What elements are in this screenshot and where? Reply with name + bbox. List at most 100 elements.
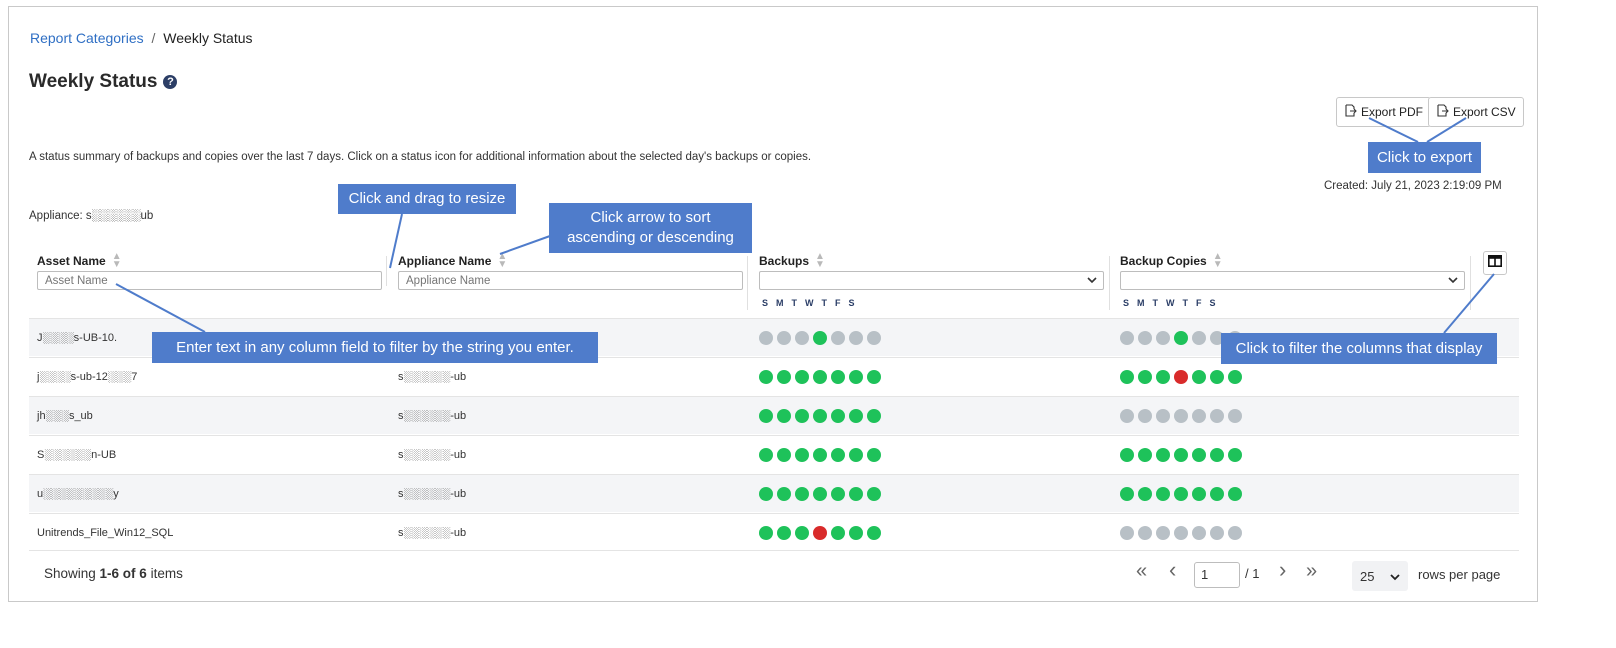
status-dot-gray[interactable]: [831, 331, 845, 345]
export-pdf-button[interactable]: Export PDF: [1336, 97, 1432, 127]
status-dot-gray[interactable]: [1210, 526, 1224, 540]
status-dot-green[interactable]: [1156, 448, 1170, 462]
status-dot-green[interactable]: [813, 370, 827, 384]
status-dot-green[interactable]: [1174, 448, 1188, 462]
status-dot-gray[interactable]: [1228, 526, 1242, 540]
status-dot-green[interactable]: [813, 331, 827, 345]
status-dot-green[interactable]: [1210, 487, 1224, 501]
status-dot-green[interactable]: [1228, 487, 1242, 501]
status-dot-green[interactable]: [1192, 487, 1206, 501]
status-dot-green[interactable]: [1120, 448, 1134, 462]
status-dot-green[interactable]: [1174, 487, 1188, 501]
status-dot-gray[interactable]: [1138, 526, 1152, 540]
status-dot-gray[interactable]: [1174, 526, 1188, 540]
status-dot-gray[interactable]: [1156, 526, 1170, 540]
status-dot-green[interactable]: [1192, 370, 1206, 384]
rows-per-page-select[interactable]: 25: [1352, 561, 1408, 591]
asset-name-filter-input[interactable]: [37, 271, 382, 290]
backup-copies-status-select[interactable]: [1120, 271, 1465, 290]
status-dot-green[interactable]: [795, 487, 809, 501]
status-dot-gray[interactable]: [1138, 409, 1152, 423]
status-dot-green[interactable]: [1210, 370, 1224, 384]
sort-arrows-icon[interactable]: ▲ ▼: [1213, 252, 1223, 270]
status-dot-green[interactable]: [795, 526, 809, 540]
backups-status-select[interactable]: [759, 271, 1104, 290]
status-dot-gray[interactable]: [1228, 409, 1242, 423]
status-dot-green[interactable]: [1138, 448, 1152, 462]
status-dot-green[interactable]: [849, 370, 863, 384]
last-page-button[interactable]: »: [1306, 560, 1317, 583]
status-dot-gray[interactable]: [1156, 331, 1170, 345]
status-dot-green[interactable]: [1138, 487, 1152, 501]
status-dot-green[interactable]: [795, 370, 809, 384]
status-dot-gray[interactable]: [1192, 331, 1206, 345]
status-dot-gray[interactable]: [777, 331, 791, 345]
status-dot-green[interactable]: [867, 526, 881, 540]
status-dot-green[interactable]: [795, 409, 809, 423]
status-dot-red[interactable]: [1174, 370, 1188, 384]
status-dot-gray[interactable]: [1210, 409, 1224, 423]
status-dot-red[interactable]: [813, 526, 827, 540]
status-dot-green[interactable]: [1210, 448, 1224, 462]
status-dot-green[interactable]: [777, 409, 791, 423]
sort-arrows-icon[interactable]: ▲ ▼: [497, 252, 507, 270]
next-page-button[interactable]: ›: [1279, 557, 1286, 583]
status-dot-gray[interactable]: [1120, 409, 1134, 423]
status-dot-gray[interactable]: [1156, 409, 1170, 423]
status-dot-green[interactable]: [1156, 370, 1170, 384]
status-dot-gray[interactable]: [1138, 331, 1152, 345]
status-dot-green[interactable]: [867, 448, 881, 462]
prev-page-button[interactable]: ‹: [1169, 557, 1176, 583]
status-dot-green[interactable]: [867, 487, 881, 501]
appliance-name-filter-input[interactable]: [398, 271, 743, 290]
status-dot-green[interactable]: [777, 448, 791, 462]
status-dot-green[interactable]: [759, 487, 773, 501]
status-dot-green[interactable]: [831, 370, 845, 384]
status-dot-green[interactable]: [759, 409, 773, 423]
status-dot-green[interactable]: [759, 526, 773, 540]
status-dot-gray[interactable]: [795, 331, 809, 345]
status-dot-green[interactable]: [831, 448, 845, 462]
column-resize-handle[interactable]: [747, 256, 748, 310]
status-dot-green[interactable]: [849, 409, 863, 423]
status-dot-green[interactable]: [813, 448, 827, 462]
status-dot-green[interactable]: [777, 487, 791, 501]
column-resize-handle[interactable]: [386, 256, 387, 286]
sort-arrows-icon[interactable]: ▲ ▼: [112, 252, 122, 270]
status-dot-gray[interactable]: [1192, 409, 1206, 423]
status-dot-green[interactable]: [813, 409, 827, 423]
status-dot-green[interactable]: [759, 370, 773, 384]
breadcrumb-link-report-categories[interactable]: Report Categories: [30, 30, 144, 46]
status-dot-green[interactable]: [1156, 487, 1170, 501]
status-dot-green[interactable]: [1138, 370, 1152, 384]
column-resize-handle[interactable]: [1109, 256, 1110, 310]
status-dot-green[interactable]: [1120, 370, 1134, 384]
status-dot-green[interactable]: [1228, 370, 1242, 384]
status-dot-green[interactable]: [849, 448, 863, 462]
status-dot-green[interactable]: [777, 370, 791, 384]
status-dot-green[interactable]: [867, 370, 881, 384]
status-dot-green[interactable]: [1192, 448, 1206, 462]
sort-arrows-icon[interactable]: ▲ ▼: [815, 252, 825, 270]
status-dot-gray[interactable]: [867, 331, 881, 345]
status-dot-green[interactable]: [849, 526, 863, 540]
status-dot-green[interactable]: [759, 448, 773, 462]
status-dot-green[interactable]: [1174, 331, 1188, 345]
status-dot-gray[interactable]: [1120, 526, 1134, 540]
status-dot-gray[interactable]: [1174, 409, 1188, 423]
status-dot-green[interactable]: [831, 487, 845, 501]
status-dot-green[interactable]: [867, 409, 881, 423]
status-dot-green[interactable]: [849, 487, 863, 501]
status-dot-green[interactable]: [777, 526, 791, 540]
status-dot-gray[interactable]: [759, 331, 773, 345]
status-dot-green[interactable]: [831, 409, 845, 423]
status-dot-green[interactable]: [813, 487, 827, 501]
column-chooser-button[interactable]: [1483, 251, 1507, 275]
help-icon[interactable]: ?: [163, 75, 178, 89]
export-csv-button[interactable]: Export CSV: [1428, 97, 1524, 127]
status-dot-green[interactable]: [795, 448, 809, 462]
status-dot-gray[interactable]: [1192, 526, 1206, 540]
column-resize-handle[interactable]: [1470, 256, 1471, 310]
page-number-input[interactable]: 1: [1194, 562, 1240, 588]
status-dot-gray[interactable]: [849, 331, 863, 345]
